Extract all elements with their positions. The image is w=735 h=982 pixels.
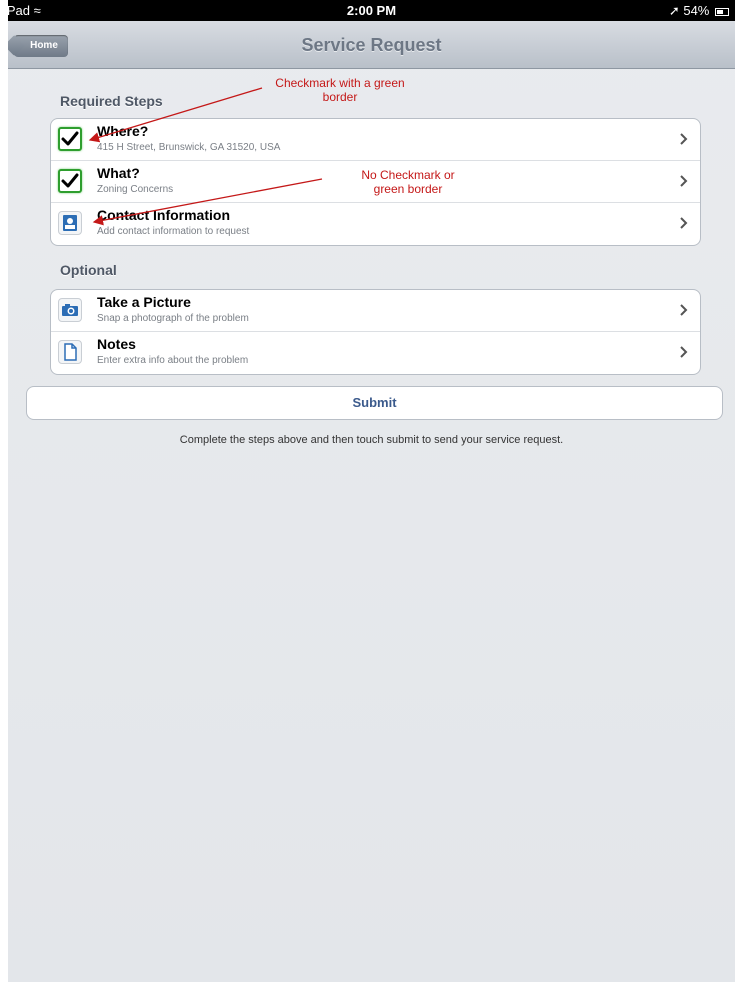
optional-label: Optional: [60, 262, 117, 278]
row-subtitle: Add contact information to request: [97, 226, 250, 237]
row-title: Where?: [97, 123, 149, 139]
camera-icon: [58, 298, 82, 322]
row-title: What?: [97, 165, 140, 181]
chevron-right-icon: [680, 133, 688, 145]
status-right: ➚ 54%: [669, 3, 729, 19]
row-notes[interactable]: Notes Enter extra info about the problem: [51, 332, 700, 374]
checkmark-icon: [58, 127, 82, 151]
help-text: Complete the steps above and then touch …: [179, 434, 564, 446]
submit-button[interactable]: Submit: [26, 386, 723, 420]
row-subtitle: 415 H Street, Brunswick, GA 31520, USA: [97, 142, 281, 153]
contact-card-icon: [58, 211, 82, 235]
checkmark-icon: [58, 169, 82, 193]
row-where[interactable]: Where? 415 H Street, Brunswick, GA 31520…: [51, 119, 700, 161]
app-screen: iPad ≈ 2:00 PM ➚ 54% Home Service Reques…: [8, 0, 735, 982]
optional-group: Take a Picture Snap a photograph of the …: [50, 289, 701, 375]
chevron-right-icon: [680, 346, 688, 358]
row-subtitle: Zoning Concerns: [97, 184, 174, 195]
row-subtitle: Enter extra info about the problem: [97, 355, 249, 366]
row-title: Contact Information: [97, 207, 230, 223]
required-steps-label: Required Steps: [60, 93, 163, 109]
chevron-right-icon: [680, 217, 688, 229]
status-time: 2:00 PM: [346, 3, 397, 18]
navigation-bar: Home Service Request: [8, 21, 735, 69]
annotation-no-checkmark: No Checkmark or green border: [361, 168, 455, 196]
battery-percent: 54%: [683, 3, 710, 18]
row-contact-information[interactable]: Contact Information Add contact informat…: [51, 203, 700, 245]
row-take-a-picture[interactable]: Take a Picture Snap a photograph of the …: [51, 290, 700, 332]
battery-icon: [715, 7, 729, 16]
row-title: Take a Picture: [97, 294, 191, 310]
page-title: Service Request: [301, 35, 442, 55]
row-title: Notes: [97, 336, 136, 352]
row-subtitle: Snap a photograph of the problem: [97, 313, 249, 324]
chevron-right-icon: [680, 304, 688, 316]
document-icon: [58, 340, 82, 364]
location-arrow-icon: ➚: [668, 3, 680, 18]
annotation-checkmark: Checkmark with a green border: [275, 76, 405, 104]
status-bar: iPad ≈ 2:00 PM ➚ 54%: [8, 0, 735, 21]
chevron-right-icon: [680, 175, 688, 187]
